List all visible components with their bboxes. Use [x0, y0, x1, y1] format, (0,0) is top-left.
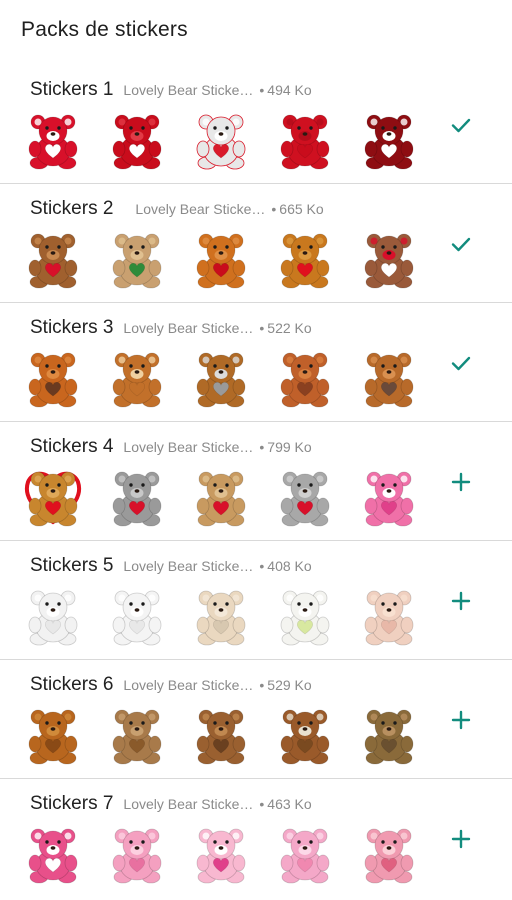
sticker-thumbnails [22, 466, 420, 528]
teddy-bear-sticker-image [274, 585, 336, 647]
separator-dot: • [259, 558, 265, 574]
pack-name: Stickers 7 [30, 793, 114, 814]
teddy-bear-sticker-image [106, 347, 168, 409]
add-pack-plus-icon[interactable] [444, 822, 478, 856]
pack-name: Stickers 2 [30, 198, 114, 219]
teddy-bear-sticker-image [106, 823, 168, 885]
teddy-bear-sticker-image [358, 109, 420, 171]
teddy-bear-sticker-image [358, 585, 420, 647]
teddy-bear-sticker-image [190, 585, 252, 647]
teddy-bear-sticker-image [22, 466, 84, 528]
added-check-icon [444, 227, 478, 261]
pack-header: Stickers 3 Lovely Bear Sticke… • 522 Ko [30, 317, 312, 341]
sticker-thumbnails [22, 823, 420, 885]
sticker-thumbnails [22, 109, 420, 171]
separator-dot: • [259, 82, 265, 98]
teddy-bear-sticker-image [190, 109, 252, 171]
sticker-pack-row[interactable]: Stickers 2 Lovely Bear Sticke… • 665 Ko [0, 184, 512, 303]
teddy-bear-sticker-image [190, 347, 252, 409]
sticker-thumbnails [22, 347, 420, 409]
sticker-thumbnails [22, 228, 420, 290]
teddy-bear-sticker-image [22, 109, 84, 171]
pack-size: 494 Ko [267, 82, 312, 98]
separator-dot: • [259, 796, 265, 812]
pack-name: Stickers 3 [30, 317, 114, 338]
added-check-icon [444, 108, 478, 142]
teddy-bear-sticker-image [190, 466, 252, 528]
teddy-bear-sticker-image [22, 704, 84, 766]
teddy-bear-sticker-image [274, 109, 336, 171]
pack-author: Lovely Bear Sticke… [123, 82, 254, 98]
teddy-bear-sticker-image [358, 228, 420, 290]
teddy-bear-sticker-image [190, 228, 252, 290]
teddy-bear-sticker-image [106, 228, 168, 290]
pack-name: Stickers 6 [30, 674, 114, 695]
teddy-bear-sticker-image [274, 823, 336, 885]
sticker-pack-row[interactable]: Stickers 7 Lovely Bear Sticke… • 463 Ko [0, 779, 512, 898]
add-pack-plus-icon[interactable] [444, 584, 478, 618]
sticker-pack-row[interactable]: Stickers 6 Lovely Bear Sticke… • 529 Ko [0, 660, 512, 779]
pack-author: Lovely Bear Sticke… [123, 320, 254, 336]
pack-header: Stickers 2 Lovely Bear Sticke… • 665 Ko [30, 198, 324, 222]
sticker-pack-row[interactable]: Stickers 5 Lovely Bear Sticke… • 408 Ko [0, 541, 512, 660]
teddy-bear-sticker-image [190, 823, 252, 885]
teddy-bear-sticker-image [358, 347, 420, 409]
sticker-pack-row[interactable]: Stickers 3 Lovely Bear Sticke… • 522 Ko [0, 303, 512, 422]
pack-name: Stickers 1 [30, 79, 114, 100]
sticker-pack-list: Stickers 1 Lovely Bear Sticke… • 494 Ko Stic… [0, 65, 512, 898]
pack-size: 529 Ko [267, 677, 312, 693]
pack-name: Stickers 4 [30, 436, 114, 457]
pack-size: 522 Ko [267, 320, 312, 336]
pack-header: Stickers 4 Lovely Bear Sticke… • 799 Ko [30, 436, 312, 460]
teddy-bear-sticker-image [274, 704, 336, 766]
pack-header: Stickers 1 Lovely Bear Sticke… • 494 Ko [30, 79, 312, 103]
pack-header: Stickers 5 Lovely Bear Sticke… • 408 Ko [30, 555, 312, 579]
pack-author: Lovely Bear Sticke… [123, 558, 254, 574]
teddy-bear-sticker-image [22, 347, 84, 409]
teddy-bear-sticker-image [358, 704, 420, 766]
added-check-icon [444, 346, 478, 380]
add-pack-plus-icon[interactable] [444, 703, 478, 737]
teddy-bear-sticker-image [22, 228, 84, 290]
page-title: Packs de stickers [21, 18, 188, 41]
separator-dot: • [259, 320, 265, 336]
teddy-bear-sticker-image [358, 466, 420, 528]
teddy-bear-sticker-image [106, 704, 168, 766]
pack-header: Stickers 6 Lovely Bear Sticke… • 529 Ko [30, 674, 312, 698]
sticker-pack-row[interactable]: Stickers 1 Lovely Bear Sticke… • 494 Ko [0, 65, 512, 184]
teddy-bear-sticker-image [274, 228, 336, 290]
pack-size: 799 Ko [267, 439, 312, 455]
teddy-bear-sticker-image [22, 585, 84, 647]
pack-author: Lovely Bear Sticke… [123, 677, 254, 693]
teddy-bear-sticker-image [106, 466, 168, 528]
teddy-bear-sticker-image [106, 585, 168, 647]
separator-dot: • [259, 677, 265, 693]
pack-size: 463 Ko [267, 796, 312, 812]
pack-header: Stickers 7 Lovely Bear Sticke… • 463 Ko [30, 793, 312, 817]
pack-size: 665 Ko [279, 201, 324, 217]
teddy-bear-sticker-image [190, 704, 252, 766]
pack-author: Lovely Bear Sticke… [123, 796, 254, 812]
separator-dot: • [259, 439, 265, 455]
pack-author: Lovely Bear Sticke… [123, 439, 254, 455]
sticker-thumbnails [22, 585, 420, 647]
teddy-bear-sticker-image [22, 823, 84, 885]
sticker-thumbnails [22, 704, 420, 766]
pack-author: Lovely Bear Sticke… [135, 201, 266, 217]
teddy-bear-sticker-image [358, 823, 420, 885]
add-pack-plus-icon[interactable] [444, 465, 478, 499]
separator-dot: • [271, 201, 277, 217]
pack-name: Stickers 5 [30, 555, 114, 576]
teddy-bear-sticker-image [274, 347, 336, 409]
teddy-bear-sticker-image [106, 109, 168, 171]
teddy-bear-sticker-image [274, 466, 336, 528]
pack-size: 408 Ko [267, 558, 312, 574]
sticker-pack-row[interactable]: Stickers 4 Lovely Bear Sticke… • 799 Ko [0, 422, 512, 541]
